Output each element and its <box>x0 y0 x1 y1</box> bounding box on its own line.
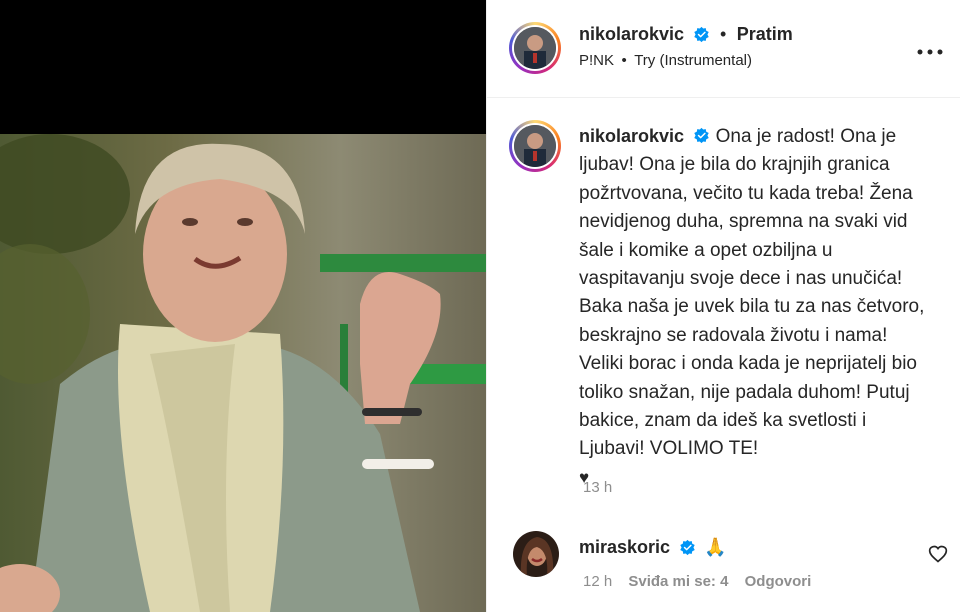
commenter-username[interactable]: miraskoric <box>579 537 670 557</box>
song-title[interactable]: Try (Instrumental) <box>634 52 752 69</box>
caption-avatar[interactable] <box>509 120 561 172</box>
post-header: nikolarokvic • Pratim P!NK • Try (Instru… <box>487 0 960 98</box>
verified-badge-icon <box>679 539 695 555</box>
reply-button[interactable]: Odgovori <box>745 573 812 590</box>
post-photo <box>0 134 486 612</box>
comment-timestamp[interactable]: 12 h <box>583 573 612 590</box>
comment-text: 🙏 <box>703 537 727 557</box>
author-avatar[interactable] <box>509 22 561 74</box>
following-button[interactable]: Pratim <box>737 24 793 44</box>
author-username[interactable]: nikolarokvic <box>579 24 684 44</box>
post-media[interactable] <box>0 0 486 612</box>
caption-text: Ona je radost! Ona je ljubav! Ona je bil… <box>579 126 925 460</box>
caption-username[interactable]: nikolarokvic <box>579 126 684 146</box>
audio-info[interactable]: P!NK • Try (Instrumental) <box>579 52 752 70</box>
more-options-icon[interactable] <box>917 38 943 61</box>
caption-timestamp[interactable]: 13 h <box>583 479 612 496</box>
heart-outline-icon[interactable] <box>928 544 948 564</box>
comment-likes-count[interactable]: Sviđa mi se: 4 <box>628 573 728 590</box>
post-sidebar: nikolarokvic • Pratim P!NK • Try (Instru… <box>486 0 960 612</box>
song-separator: • <box>621 52 627 69</box>
commenter-avatar[interactable] <box>513 531 559 577</box>
separator-dot: • <box>719 24 727 44</box>
post-caption: nikolarokvic Ona je radost! Ona je ljuba… <box>579 122 929 492</box>
verified-badge-icon <box>693 26 709 42</box>
song-artist[interactable]: P!NK <box>579 52 614 69</box>
verified-badge-icon <box>694 127 710 144</box>
